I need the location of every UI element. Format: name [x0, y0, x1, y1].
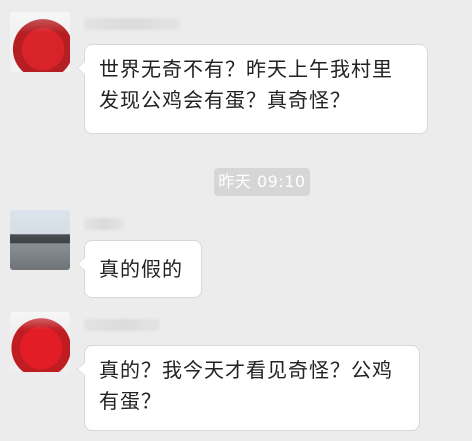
chat-timestamp: 昨天 09:10: [214, 168, 310, 196]
sender-name-3: [84, 319, 160, 331]
avatar-2[interactable]: [10, 210, 70, 270]
message-text-1: 世界无奇不有？昨天上午我村里发现公鸡会有蛋？真奇怪？: [99, 57, 393, 112]
sender-name-2: [84, 218, 124, 230]
message-bubble-2[interactable]: 真的假的: [77, 240, 202, 298]
sender-name-1: [84, 18, 180, 30]
message-text-2: 真的假的: [99, 257, 183, 281]
avatar-1[interactable]: [10, 12, 70, 72]
message-text-3: 真的？我今天才看见奇怪？公鸡有蛋？: [99, 358, 393, 413]
message-bubble-3[interactable]: 真的？我今天才看见奇怪？公鸡有蛋？: [77, 345, 420, 431]
message-bubble-1[interactable]: 世界无奇不有？昨天上午我村里发现公鸡会有蛋？真奇怪？: [77, 44, 428, 134]
avatar-3[interactable]: [10, 312, 70, 372]
